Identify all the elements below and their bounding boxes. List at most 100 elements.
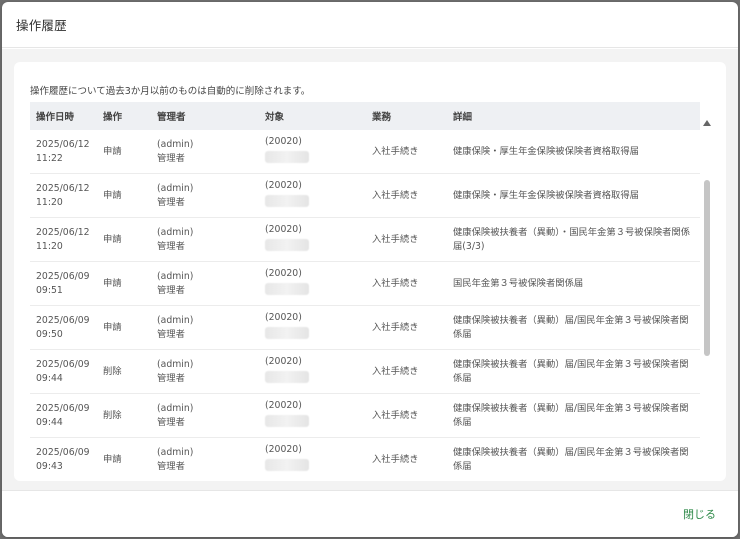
redacted-target-name	[265, 415, 309, 427]
redacted-target-name	[265, 459, 309, 471]
vertical-scrollbar[interactable]	[703, 120, 711, 481]
table-row: 2025/06/09 09:44 削除 (admin) 管理者 (20020) 入社手続き健…	[30, 393, 700, 438]
table-row: 2025/06/09 09:51 申請 (admin) 管理者 (20020) 入社手続き国…	[30, 261, 700, 306]
table-row: 2025/06/09 09:50 申請 (admin) 管理者 (20020) 入社手続き健…	[30, 305, 700, 350]
admin-id: (admin)	[157, 226, 194, 238]
cell-datetime: 2025/06/09 09:50	[30, 305, 97, 350]
admin-name: 管理者	[157, 152, 185, 164]
admin-name: 管理者	[157, 372, 185, 384]
cell-admin: (admin) 管理者	[151, 349, 259, 394]
cell-business: 入社手続き	[366, 305, 447, 350]
operation-time: 09:44	[36, 416, 63, 428]
operation-date: 2025/06/12	[36, 226, 90, 238]
operation-date: 2025/06/09	[36, 402, 90, 414]
target-id: (20020)	[265, 444, 302, 455]
cell-admin: (admin) 管理者	[151, 130, 259, 174]
target-id: (20020)	[265, 136, 302, 147]
admin-id: (admin)	[157, 138, 194, 150]
history-panel: 操作履歴について過去3か月以前のものは自動的に削除されます。 操作日時 操作 管…	[14, 62, 726, 481]
redacted-target-name	[265, 195, 309, 207]
cell-detail: 健康保険被扶養者（異動）・国民年金第３号被保険者関係届(3/3)	[447, 217, 700, 262]
target-id: (20020)	[265, 268, 302, 279]
cell-operation: 申請	[97, 305, 151, 350]
admin-name: 管理者	[157, 196, 185, 208]
close-button[interactable]: 閉じる	[683, 506, 716, 522]
cell-admin: (admin) 管理者	[151, 173, 259, 218]
scrollbar-thumb[interactable]	[704, 180, 710, 356]
cell-operation: 申請	[97, 217, 151, 262]
dialog-body: 操作履歴について過去3か月以前のものは自動的に削除されます。 操作日時 操作 管…	[2, 49, 738, 490]
target-id: (20020)	[265, 180, 302, 191]
cell-datetime: 2025/06/09 09:44	[30, 349, 97, 394]
operation-date: 2025/06/12	[36, 138, 90, 150]
cell-detail: 健康保険・厚生年金保険被保険者資格取得届	[447, 130, 700, 174]
cell-target: (20020)	[259, 437, 366, 481]
cell-admin: (admin) 管理者	[151, 217, 259, 262]
cell-business: 入社手続き	[366, 349, 447, 394]
column-header-operation: 操作	[97, 102, 151, 130]
table-row: 2025/06/12 11:20 申請 (admin) 管理者 (20020) 入社手続き健…	[30, 173, 700, 218]
cell-detail: 健康保険被扶養者（異動）届/国民年金第３号被保険者関係届	[447, 393, 700, 438]
target-id: (20020)	[265, 224, 302, 235]
cell-target: (20020)	[259, 217, 366, 262]
history-table-scroll-area[interactable]: 操作日時 操作 管理者 対象 業務 詳細 2025/06/12 11:22 申請 (a…	[30, 102, 700, 481]
operation-time: 11:20	[36, 240, 63, 252]
scroll-up-arrow-icon[interactable]	[703, 120, 711, 126]
redacted-target-name	[265, 151, 309, 163]
operation-date: 2025/06/09	[36, 270, 90, 282]
column-header-detail: 詳細	[447, 102, 700, 130]
cell-business: 入社手続き	[366, 217, 447, 262]
cell-detail: 国民年金第３号被保険者関係届	[447, 261, 700, 306]
target-id: (20020)	[265, 312, 302, 323]
cell-operation: 削除	[97, 349, 151, 394]
cell-operation: 削除	[97, 393, 151, 438]
cell-datetime: 2025/06/09 09:44	[30, 393, 97, 438]
target-id: (20020)	[265, 356, 302, 367]
operation-time: 09:44	[36, 372, 63, 384]
table-row: 2025/06/09 09:44 削除 (admin) 管理者 (20020) 入社手続き健…	[30, 349, 700, 394]
operation-date: 2025/06/09	[36, 314, 90, 326]
admin-id: (admin)	[157, 182, 194, 194]
cell-detail: 健康保険被扶養者（異動）届/国民年金第３号被保険者関係届	[447, 305, 700, 350]
cell-target: (20020)	[259, 305, 366, 350]
cell-target: (20020)	[259, 261, 366, 306]
cell-target: (20020)	[259, 349, 366, 394]
dialog-header: 操作履歴	[2, 2, 738, 48]
cell-target: (20020)	[259, 173, 366, 218]
admin-id: (admin)	[157, 270, 194, 282]
admin-name: 管理者	[157, 416, 185, 428]
admin-id: (admin)	[157, 358, 194, 370]
cell-business: 入社手続き	[366, 173, 447, 218]
cell-target: (20020)	[259, 130, 366, 174]
admin-name: 管理者	[157, 328, 185, 340]
cell-datetime: 2025/06/09 09:43	[30, 437, 97, 481]
cell-admin: (admin) 管理者	[151, 393, 259, 438]
cell-admin: (admin) 管理者	[151, 305, 259, 350]
cell-operation: 申請	[97, 130, 151, 174]
cell-business: 入社手続き	[366, 130, 447, 174]
cell-operation: 申請	[97, 261, 151, 306]
target-id: (20020)	[265, 400, 302, 411]
table-header-row: 操作日時 操作 管理者 対象 業務 詳細	[30, 102, 700, 130]
retention-notice: 操作履歴について過去3か月以前のものは自動的に削除されます。	[30, 86, 311, 97]
cell-operation: 申請	[97, 437, 151, 481]
operation-time: 11:20	[36, 196, 63, 208]
cell-datetime: 2025/06/12 11:20	[30, 173, 97, 218]
operation-time: 09:43	[36, 460, 63, 472]
cell-business: 入社手続き	[366, 393, 447, 438]
redacted-target-name	[265, 239, 309, 251]
cell-target: (20020)	[259, 393, 366, 438]
operation-history-dialog: 操作履歴 操作履歴について過去3か月以前のものは自動的に削除されます。 操作日時…	[2, 2, 738, 537]
cell-business: 入社手続き	[366, 261, 447, 306]
operation-time: 09:50	[36, 328, 63, 340]
history-table: 操作日時 操作 管理者 対象 業務 詳細 2025/06/12 11:22 申請 (a…	[30, 102, 700, 481]
cell-admin: (admin) 管理者	[151, 261, 259, 306]
admin-name: 管理者	[157, 240, 185, 252]
column-header-business: 業務	[366, 102, 447, 130]
cell-datetime: 2025/06/12 11:22	[30, 130, 97, 174]
redacted-target-name	[265, 327, 309, 339]
operation-date: 2025/06/09	[36, 446, 90, 458]
cell-detail: 健康保険被扶養者（異動）届/国民年金第３号被保険者関係届	[447, 437, 700, 481]
operation-time: 11:22	[36, 152, 63, 164]
operation-date: 2025/06/09	[36, 358, 90, 370]
